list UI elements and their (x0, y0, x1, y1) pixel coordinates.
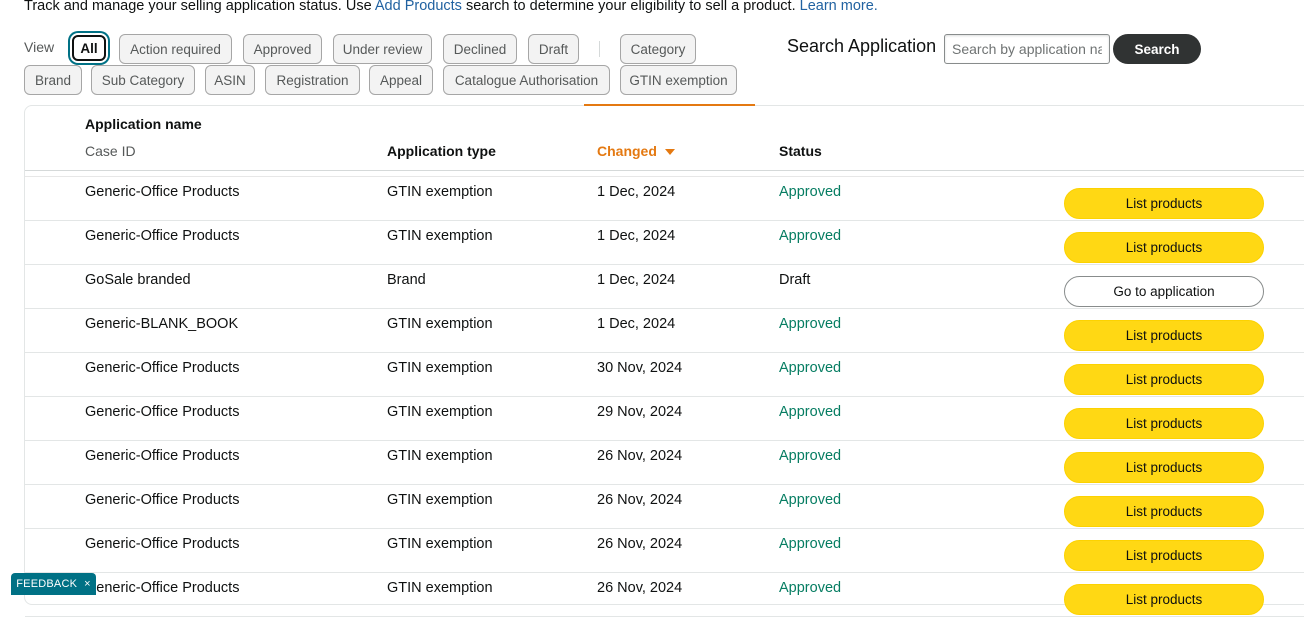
header-changed-label: Changed (597, 143, 657, 159)
search-input[interactable] (944, 34, 1110, 64)
application-name: Generic-Office Products (85, 404, 240, 420)
changed-date: 26 Nov, 2024 (597, 492, 683, 508)
list-products-button[interactable]: List products (1064, 584, 1264, 615)
application-name: Generic-Office Products (85, 492, 240, 508)
changed-date: 1 Dec, 2024 (597, 316, 676, 332)
filter-chip-asin[interactable]: ASIN (205, 65, 255, 95)
status-text: Approved (779, 580, 842, 596)
changed-date: 1 Dec, 2024 (597, 228, 676, 244)
status-text: Approved (779, 184, 842, 200)
filter-chip-category[interactable]: Category (620, 34, 696, 64)
status-text: Draft (779, 272, 811, 288)
application-name: Generic-Office Products (85, 448, 240, 464)
status-text: Approved (779, 448, 842, 464)
application-type: GTIN exemption (387, 316, 493, 332)
application-type: GTIN exemption (387, 492, 493, 508)
application-name: Generic-BLANK_BOOK (85, 316, 239, 332)
status-text: Approved (779, 492, 842, 508)
add-products-link[interactable]: Add Products (375, 0, 462, 14)
application-type: GTIN exemption (387, 228, 493, 244)
filter-chip-catalogue-authorisation[interactable]: Catalogue Authorisation (443, 65, 610, 95)
intro-text-before: Track and manage your selling applicatio… (24, 0, 375, 14)
filter-chip-registration[interactable]: Registration (265, 65, 360, 95)
header-status[interactable]: Status (779, 143, 822, 159)
status-text: Approved (779, 536, 842, 552)
filter-chip-approved[interactable]: Approved (243, 34, 322, 64)
filter-chip-draft[interactable]: Draft (528, 34, 579, 64)
application-type: Brand (387, 272, 426, 288)
table-row: Generic-Office Products GTIN exemption 26 … (25, 441, 1304, 485)
application-name: Generic-Office Products (85, 536, 240, 552)
changed-date: 29 Nov, 2024 (597, 404, 683, 420)
header-case-id: Case ID (85, 143, 136, 159)
table-row: Generic-Office Products GTIN exemption 1 D… (25, 177, 1304, 221)
filter-chip-sub-category[interactable]: Sub Category (91, 65, 195, 95)
view-label: View (24, 39, 55, 55)
application-name: Generic-Office Products (85, 580, 240, 596)
table-row: GoSale branded Brand 1 Dec, 2024 Draft Go to… (25, 265, 1304, 309)
page-intro: Track and manage your selling applicatio… (24, 0, 878, 14)
application-type: GTIN exemption (387, 448, 493, 464)
changed-date: 1 Dec, 2024 (597, 184, 676, 200)
application-type: GTIN exemption (387, 536, 493, 552)
header-changed[interactable]: Changed (597, 143, 675, 159)
search-application-label: Search Application (787, 36, 937, 56)
application-type: GTIN exemption (387, 404, 493, 420)
table-row: Generic-Office Products GTIN exemption 26 … (25, 485, 1304, 529)
header-application-type[interactable]: Application type (387, 143, 496, 159)
filter-chip-gtin-exemption[interactable]: GTIN exemption (620, 65, 737, 95)
filter-chip-appeal[interactable]: Appeal (369, 65, 433, 95)
list-products-button[interactable]: List products (1064, 408, 1264, 439)
table-row: Generic-Office Products GTIN exemption 1 D… (25, 221, 1304, 265)
feedback-label: FEEDBACK (16, 578, 78, 590)
table-row: Generic-Office Products GTIN exemption 26 … (25, 573, 1304, 617)
list-products-button[interactable]: List products (1064, 540, 1264, 571)
list-products-button[interactable]: List products (1064, 364, 1264, 395)
learn-more-link[interactable]: Learn more. (800, 0, 878, 14)
list-products-button[interactable]: List products (1064, 452, 1264, 483)
table-row: Generic-Office Products GTIN exemption 29 … (25, 397, 1304, 441)
sort-descending-icon (664, 149, 675, 156)
table-row: Generic-Office Products GTIN exemption 26 … (25, 529, 1304, 573)
application-name: Generic-Office Products (85, 228, 240, 244)
filter-chip-all[interactable]: All (72, 35, 106, 61)
filter-chip-under-review[interactable]: Under review (333, 34, 432, 64)
application-name: Generic-Office Products (85, 360, 240, 376)
filter-chip-brand[interactable]: Brand (24, 65, 82, 95)
active-tab-indicator (584, 104, 755, 106)
intro-text-middle: search to determine your eligibility to … (461, 0, 800, 14)
filter-chip-action-required[interactable]: Action required (119, 34, 232, 64)
table-row: Generic-BLANK_BOOK GTIN exemption 1 Dec, 2… (25, 309, 1304, 353)
status-text: Approved (779, 404, 842, 420)
search-button[interactable]: Search (1113, 34, 1201, 64)
close-icon[interactable]: × (84, 578, 91, 590)
header-divider (25, 170, 1304, 171)
changed-date: 30 Nov, 2024 (597, 360, 683, 376)
list-products-button[interactable]: List products (1064, 188, 1264, 219)
list-products-button[interactable]: List products (1064, 496, 1264, 527)
application-type: GTIN exemption (387, 580, 493, 596)
changed-date: 26 Nov, 2024 (597, 536, 683, 552)
header-application-name[interactable]: Application name (85, 116, 202, 132)
status-text: Approved (779, 228, 842, 244)
table-row: Generic-Office Products GTIN exemption 30 … (25, 353, 1304, 397)
application-name: Generic-Office Products (85, 184, 240, 200)
application-type: GTIN exemption (387, 360, 493, 376)
application-type: GTIN exemption (387, 184, 493, 200)
filter-separator (599, 41, 600, 57)
filter-chip-declined[interactable]: Declined (443, 34, 517, 64)
list-products-button[interactable]: List products (1064, 232, 1264, 263)
status-text: Approved (779, 316, 842, 332)
changed-date: 26 Nov, 2024 (597, 448, 683, 464)
list-products-button[interactable]: List products (1064, 320, 1264, 351)
changed-date: 1 Dec, 2024 (597, 272, 676, 288)
changed-date: 26 Nov, 2024 (597, 580, 683, 596)
go-to-application-button[interactable]: Go to application (1064, 276, 1264, 307)
feedback-tab[interactable]: FEEDBACK × (11, 573, 96, 595)
status-text: Approved (779, 360, 842, 376)
application-name: GoSale branded (85, 272, 191, 288)
